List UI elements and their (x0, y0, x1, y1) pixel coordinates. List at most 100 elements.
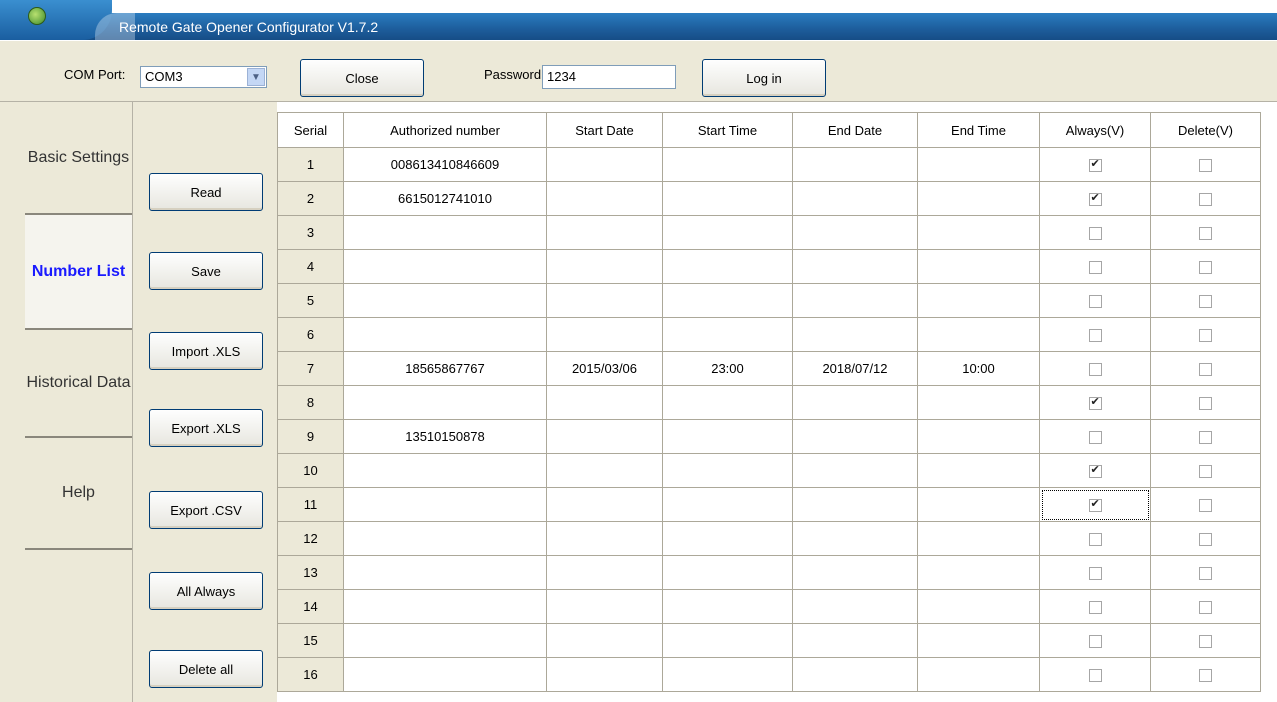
start-date-cell[interactable] (546, 453, 663, 488)
number-cell[interactable] (343, 555, 547, 590)
always-checkbox[interactable] (1088, 395, 1102, 411)
serial-cell[interactable]: 7 (277, 351, 344, 386)
start-time-cell[interactable] (662, 283, 793, 318)
delete-cell[interactable] (1150, 147, 1261, 182)
serial-cell[interactable]: 13 (277, 555, 344, 590)
always-checkbox[interactable] (1088, 601, 1102, 615)
column-header[interactable]: Always(V) (1039, 112, 1151, 148)
always-cell[interactable] (1039, 249, 1151, 284)
always-cell[interactable] (1039, 215, 1151, 250)
delete-cell[interactable] (1150, 521, 1261, 556)
always-checkbox[interactable] (1088, 497, 1102, 513)
table-row[interactable]: 5 (277, 283, 1261, 318)
end-date-cell[interactable] (792, 589, 918, 624)
end-date-cell[interactable] (792, 487, 918, 522)
table-row[interactable]: 1 008613410846609 (277, 147, 1261, 182)
chevron-down-icon[interactable]: ▼ (247, 68, 265, 86)
export-csv-button[interactable]: Export .CSV (149, 491, 263, 529)
always-cell[interactable] (1039, 589, 1151, 624)
delete-checkbox[interactable] (1199, 669, 1212, 683)
tab-historical-data[interactable]: Historical Data (25, 330, 132, 438)
table-row[interactable]: 14 (277, 589, 1261, 624)
always-checkbox[interactable] (1088, 533, 1102, 547)
end-date-cell[interactable] (792, 555, 918, 590)
serial-cell[interactable]: 11 (277, 487, 344, 522)
delete-checkbox[interactable] (1199, 567, 1212, 581)
always-checkbox[interactable] (1088, 463, 1102, 479)
com-port-select[interactable]: COM3 ▼ (140, 66, 267, 88)
delete-cell[interactable] (1150, 487, 1261, 522)
column-header[interactable]: Serial (277, 112, 344, 148)
login-button[interactable]: Log in (702, 59, 826, 97)
delete-checkbox[interactable] (1199, 329, 1212, 343)
end-date-cell[interactable] (792, 317, 918, 352)
start-time-cell[interactable] (662, 555, 793, 590)
end-date-cell[interactable] (792, 147, 918, 182)
start-date-cell[interactable] (546, 215, 663, 250)
number-cell[interactable] (343, 453, 547, 488)
delete-checkbox[interactable] (1199, 635, 1212, 649)
end-time-cell[interactable] (917, 181, 1040, 216)
delete-checkbox[interactable] (1199, 295, 1212, 309)
table-row[interactable]: 7 18565867767 2015/03/06 23:00 2018/07/12 10:… (277, 351, 1261, 386)
delete-checkbox[interactable] (1199, 533, 1212, 547)
start-time-cell[interactable] (662, 657, 793, 692)
end-date-cell[interactable] (792, 657, 918, 692)
start-date-cell[interactable] (546, 555, 663, 590)
number-list-grid[interactable]: Serial Authorized number Start Date Star… (277, 112, 1277, 702)
delete-cell[interactable] (1150, 283, 1261, 318)
number-cell[interactable]: 6615012741010 (343, 181, 547, 216)
app-icon[interactable] (28, 7, 46, 25)
always-checkbox[interactable] (1088, 363, 1102, 377)
number-cell[interactable]: 13510150878 (343, 419, 547, 454)
save-button[interactable]: Save (149, 252, 263, 290)
end-date-cell[interactable] (792, 215, 918, 250)
serial-cell[interactable]: 9 (277, 419, 344, 454)
delete-checkbox[interactable] (1199, 261, 1212, 275)
end-time-cell[interactable] (917, 317, 1040, 352)
always-cell[interactable] (1039, 419, 1151, 454)
import-xls-button[interactable]: Import .XLS (149, 332, 263, 370)
start-time-cell[interactable] (662, 385, 793, 420)
delete-cell[interactable] (1150, 623, 1261, 658)
start-time-cell[interactable]: 23:00 (662, 351, 793, 386)
delete-checkbox[interactable] (1199, 159, 1212, 173)
table-row[interactable]: 13 (277, 555, 1261, 590)
number-cell[interactable] (343, 623, 547, 658)
serial-cell[interactable]: 1 (277, 147, 344, 182)
start-time-cell[interactable] (662, 623, 793, 658)
serial-cell[interactable]: 15 (277, 623, 344, 658)
start-time-cell[interactable] (662, 317, 793, 352)
start-date-cell[interactable] (546, 317, 663, 352)
start-date-cell[interactable] (546, 181, 663, 216)
table-row[interactable]: 4 (277, 249, 1261, 284)
end-date-cell[interactable] (792, 283, 918, 318)
tab-basic-settings[interactable]: Basic Settings (25, 102, 132, 215)
delete-checkbox[interactable] (1199, 465, 1212, 479)
always-checkbox[interactable] (1088, 191, 1102, 207)
start-time-cell[interactable] (662, 419, 793, 454)
column-header[interactable]: Authorized number (343, 112, 547, 148)
table-row[interactable]: 16 (277, 657, 1261, 692)
delete-all-button[interactable]: Delete all (149, 650, 263, 688)
always-checkbox[interactable] (1088, 227, 1102, 241)
all-always-button[interactable]: All Always (149, 572, 263, 610)
end-time-cell[interactable] (917, 521, 1040, 556)
column-header[interactable]: Start Time (662, 112, 793, 148)
number-cell[interactable] (343, 657, 547, 692)
serial-cell[interactable]: 6 (277, 317, 344, 352)
end-date-cell[interactable] (792, 181, 918, 216)
table-row[interactable]: 9 13510150878 (277, 419, 1261, 454)
always-checkbox[interactable] (1088, 567, 1102, 581)
end-time-cell[interactable] (917, 589, 1040, 624)
number-cell[interactable] (343, 521, 547, 556)
delete-checkbox[interactable] (1199, 193, 1212, 207)
start-date-cell[interactable] (546, 487, 663, 522)
delete-cell[interactable] (1150, 555, 1261, 590)
serial-cell[interactable]: 10 (277, 453, 344, 488)
delete-cell[interactable] (1150, 385, 1261, 420)
end-date-cell[interactable] (792, 521, 918, 556)
delete-cell[interactable] (1150, 215, 1261, 250)
number-cell[interactable] (343, 589, 547, 624)
number-cell[interactable]: 008613410846609 (343, 147, 547, 182)
